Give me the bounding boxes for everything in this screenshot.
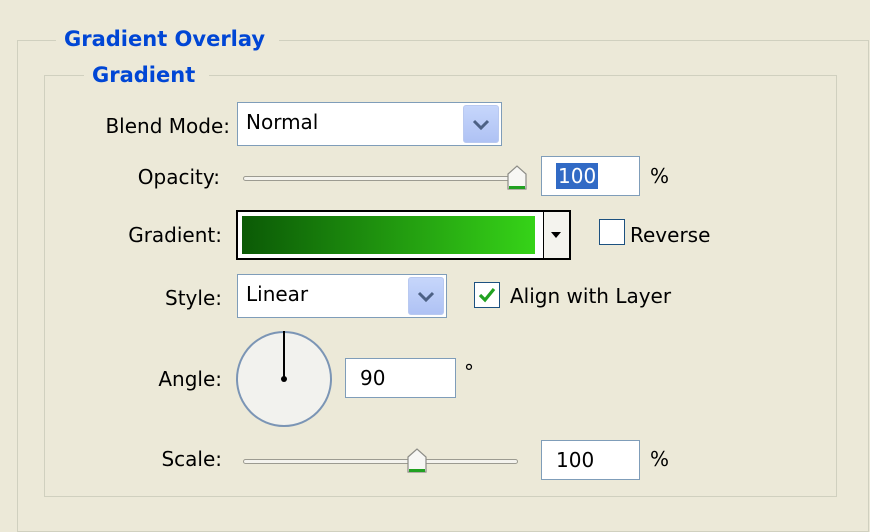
scale-value: 100 — [556, 448, 595, 472]
opacity-label: Opacity: — [137, 165, 220, 189]
opacity-unit: % — [650, 164, 670, 188]
style-label: Style: — [165, 286, 222, 310]
gradient-label: Gradient: — [128, 223, 222, 247]
scale-unit: % — [650, 447, 670, 471]
section-title: Gradient Overlay — [56, 26, 280, 52]
chevron-down-icon[interactable] — [463, 105, 499, 143]
reverse-label: Reverse — [630, 223, 711, 247]
group-title: Gradient — [84, 62, 210, 88]
angle-value: 90 — [360, 366, 386, 390]
opacity-value: 100 — [556, 163, 599, 189]
blend-mode-select[interactable]: Normal — [237, 102, 502, 146]
gradient-preview[interactable] — [242, 216, 535, 254]
scale-input[interactable]: 100 — [541, 440, 640, 480]
blend-mode-value: Normal — [246, 110, 319, 134]
check-icon — [478, 287, 496, 303]
align-with-layer-checkbox[interactable] — [474, 282, 500, 308]
angle-input[interactable]: 90 — [345, 358, 456, 398]
scale-slider-thumb-icon[interactable] — [406, 447, 428, 474]
angle-label: Angle: — [158, 367, 222, 391]
blend-mode-label: Blend Mode: — [105, 114, 230, 138]
scale-slider-track[interactable] — [243, 459, 518, 464]
angle-dial[interactable] — [233, 328, 335, 430]
angle-unit: ° — [464, 360, 474, 384]
opacity-input[interactable]: 100 — [541, 156, 640, 196]
chevron-down-icon[interactable] — [408, 277, 444, 315]
gradient-dropdown-button[interactable] — [543, 212, 569, 258]
style-select[interactable]: Linear — [237, 274, 447, 318]
reverse-checkbox[interactable] — [599, 219, 625, 245]
scale-label: Scale: — [161, 447, 222, 471]
align-with-layer-label: Align with Layer — [510, 284, 672, 308]
gradient-picker[interactable] — [236, 210, 571, 260]
opacity-slider-track[interactable] — [243, 176, 523, 181]
opacity-slider-thumb-icon[interactable] — [506, 164, 528, 191]
style-value: Linear — [246, 282, 309, 306]
